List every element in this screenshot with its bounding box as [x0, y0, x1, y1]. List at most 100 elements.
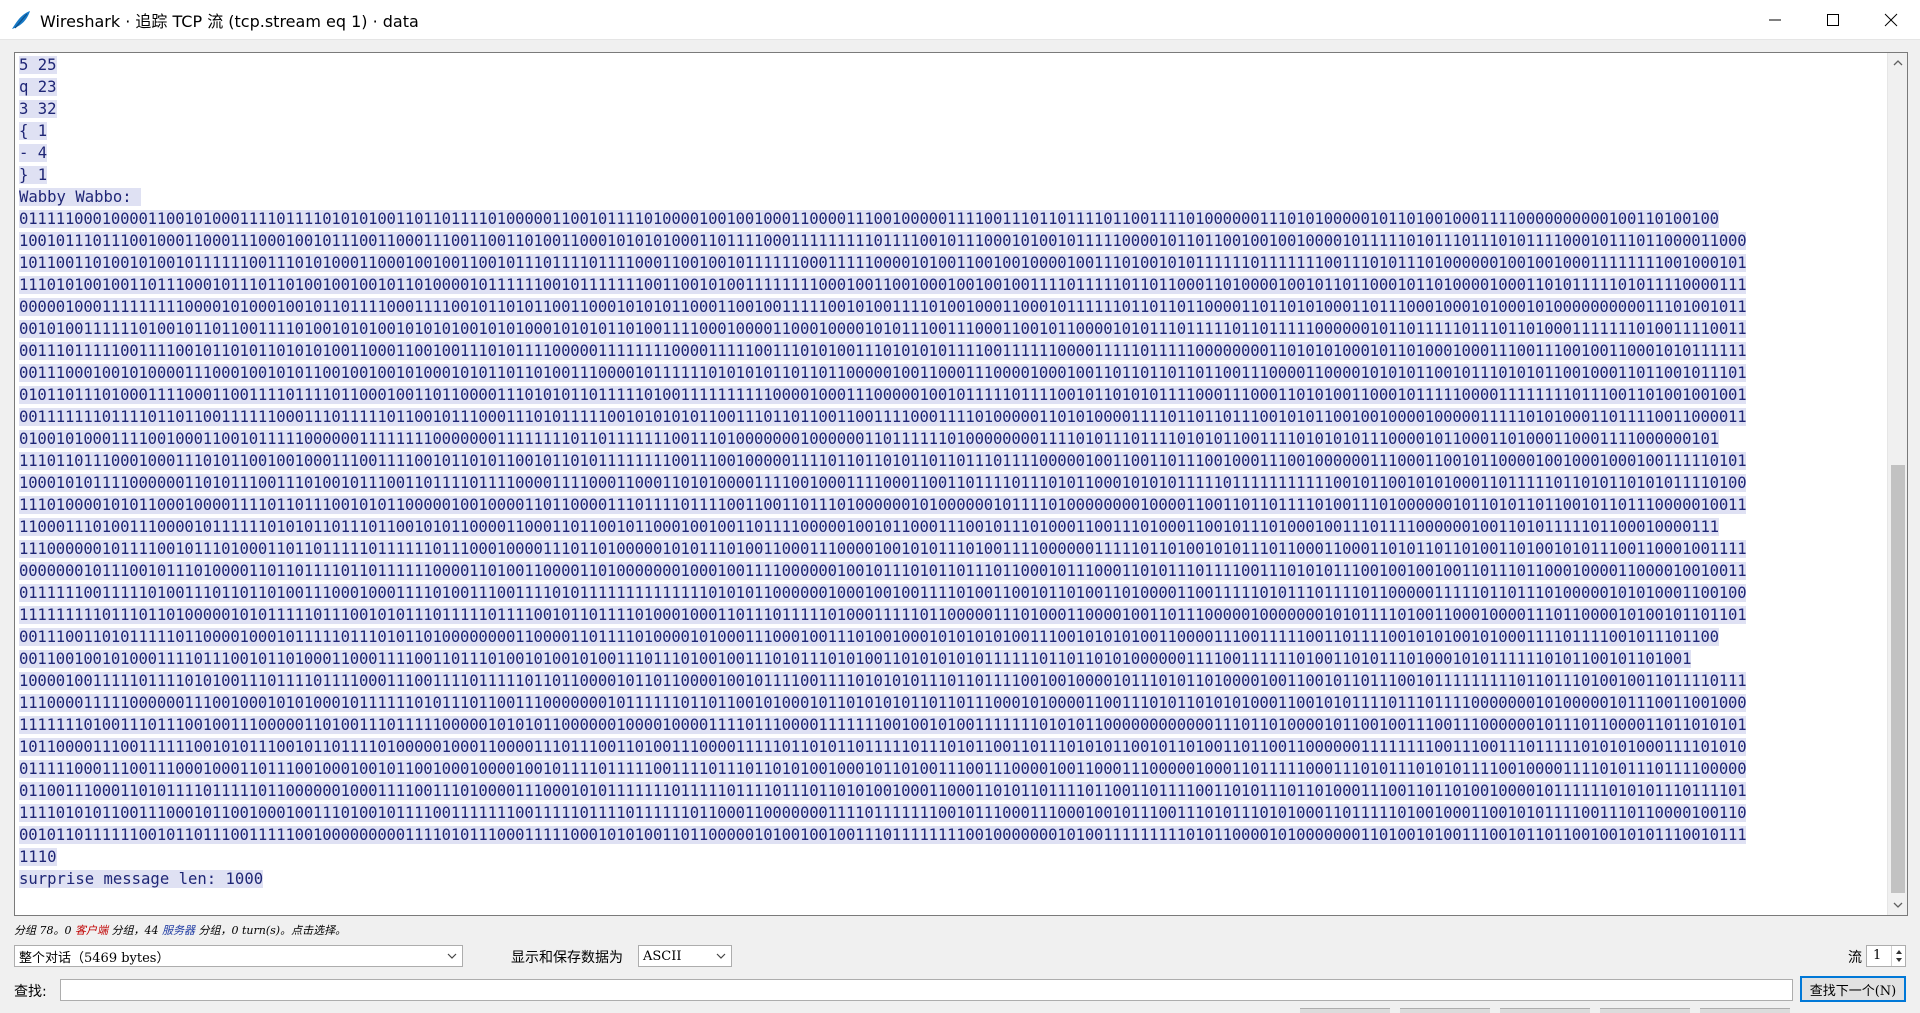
conversation-select[interactable]: 整个对话（5469 bytes）	[14, 945, 463, 967]
stream-line-text: 1110	[19, 848, 57, 866]
stream-line: 1001011101110010001100011100010010111001…	[19, 230, 1889, 252]
stream-line: { 1	[19, 120, 1889, 142]
find-input[interactable]	[60, 979, 1793, 1001]
stream-line: 0101101110100011110001100111101111011000…	[19, 384, 1889, 406]
dialog-button-edge[interactable]	[1700, 1008, 1790, 1013]
stream-line-text: 1111111110111011010000010101111101110010…	[19, 606, 1747, 624]
stream-line: 1111111110111011010000010101111101110010…	[19, 604, 1889, 626]
dialog-button-row-edge	[1300, 1008, 1920, 1013]
window-controls	[1746, 0, 1920, 40]
find-label: 查找:	[14, 984, 47, 1000]
stream-line: 0011100010010100001110001001010110010010…	[19, 362, 1889, 384]
stream-line-text: surprise message len: 1000	[19, 870, 264, 888]
stream-line-text: 1011001101001010010111111001110101000110…	[19, 254, 1747, 272]
stream-text-view[interactable]: 5 25 q 23 3 32 { 1 - 4} 1 Wabby Wabbo: 011111…	[14, 52, 1908, 916]
maximize-icon	[1827, 14, 1839, 26]
stream-line-text: 3 32	[19, 100, 57, 118]
stream-line-text: 0011101111100111100101101011010101001100…	[19, 342, 1747, 360]
stream-line: 0000010001111111110000101000100101101111…	[19, 296, 1889, 318]
stream-line: 3 32	[19, 98, 1889, 120]
scrollbar-thumb[interactable]	[1891, 465, 1905, 893]
stream-line-text: 0100101000111100100011001011111000000111…	[19, 430, 1719, 448]
stream-line: 0111110001110011100010001101110010001001…	[19, 758, 1889, 780]
stream-line: 0011111110111101101100111111000111011111…	[19, 406, 1889, 428]
stream-line: surprise message len: 1000	[19, 868, 1889, 890]
stream-line: q 23	[19, 76, 1889, 98]
stream-line-text: 0010100111111010010110110011110100101010…	[19, 320, 1747, 338]
dialog-button-edge[interactable]	[1300, 1008, 1390, 1013]
stream-line-text: 0000000101110010111010000110110111101101…	[19, 562, 1747, 580]
stream-line: 0111110001000011001010001111011110101010…	[19, 208, 1889, 230]
stream-line: 1110000001011110010111010001101101111101…	[19, 538, 1889, 560]
stream-line: 0110011100011010111101111101100000010001…	[19, 780, 1889, 802]
stream-line-text: 1110100001010110001000011110110111001010…	[19, 496, 1747, 514]
stream-line-text: 1011000011100111111001010111001011011110…	[19, 738, 1747, 756]
stream-line: 0010110111111001011011100111110010000000…	[19, 824, 1889, 846]
wireshark-fin-icon	[12, 10, 30, 29]
status-server-label: 服务器	[162, 924, 195, 937]
minimize-icon	[1769, 19, 1781, 21]
stream-line-text: 1000101011110000001101011100111010010111…	[19, 474, 1747, 492]
stream-line: 1000010011111011110101001110111101111000…	[19, 670, 1889, 692]
status-client-label: 客户端	[75, 924, 108, 937]
minimize-button[interactable]	[1746, 0, 1804, 40]
stream-line-text: 0110011100011010111101111101100000010001…	[19, 782, 1747, 800]
title-bar: Wireshark · 追踪 TCP 流 (tcp.stream eq 1) ·…	[0, 0, 1920, 40]
stream-line-text: 0101101110100011110001100111101111011000…	[19, 386, 1747, 404]
stream-line: 1011001101001010010111111001110101000110…	[19, 252, 1889, 274]
status-suffix: 分组，0 turn(s)。点击选择。	[195, 924, 347, 937]
chevron-down-icon	[716, 953, 726, 959]
stream-line: 1110110111000100011101011001001000111001…	[19, 450, 1889, 472]
stream-line: } 1	[19, 164, 1889, 186]
stream-line: 1100011101001110000101111110101011011101…	[19, 516, 1889, 538]
stream-line-text: 0000010001111111110000101000100101101111…	[19, 298, 1747, 316]
stream-line: 1110100001010110001000011110110111001010…	[19, 494, 1889, 516]
stream-line-text: 1110101001001101110001011101101001001001…	[19, 276, 1747, 294]
close-icon	[1884, 13, 1898, 27]
stream-line-text: 0011001001010001111011100101101000110001…	[19, 650, 1692, 668]
stream-line: 0100101000111100100011001011111000000111…	[19, 428, 1889, 450]
stream-line-text: q 23	[19, 78, 57, 96]
dialog-button-edge[interactable]	[1400, 1008, 1490, 1013]
stream-line-text: 0011100110101111101100001000101111101110…	[19, 628, 1719, 646]
stream-line: Wabby Wabbo:	[19, 186, 1889, 208]
stream-line-text: } 1	[19, 166, 48, 184]
stream-line-text: 1111010101100111000101100100010011101001…	[19, 804, 1747, 822]
stream-line: 0011101111100111100101101011010101001100…	[19, 340, 1889, 362]
stream-line-text: 0111110001110011100010001101110010001001…	[19, 760, 1747, 778]
vertical-scrollbar[interactable]	[1887, 53, 1907, 915]
stream-line-text: 1110000001011110010111010001101101111101…	[19, 540, 1747, 558]
window-title: Wireshark · 追踪 TCP 流 (tcp.stream eq 1) ·…	[40, 11, 419, 31]
stream-line-text: - 4	[19, 144, 48, 162]
close-button[interactable]	[1862, 0, 1920, 40]
spin-arrows-icon[interactable]	[1891, 946, 1905, 966]
stream-line: 0010100111111010010110110011110100101010…	[19, 318, 1889, 340]
stream-line-text: 0011100010010100001110001001010110010010…	[19, 364, 1747, 382]
stream-line: 1111010101100111000101100100010011101001…	[19, 802, 1889, 824]
stream-line: 1110101001001101110001011101101001001001…	[19, 274, 1889, 296]
stream-line-text: { 1	[19, 122, 48, 140]
stream-line: 1011000011100111111001010111001011011110…	[19, 736, 1889, 758]
scroll-up-arrow-icon[interactable]	[1888, 53, 1907, 73]
stream-line-text: 0010110111111001011011100111110010000000…	[19, 826, 1747, 844]
stream-line-text: 0011111110111101101100111111000111011111…	[19, 408, 1747, 426]
stream-line-text: 1111111010011101110010011100000110100111…	[19, 716, 1747, 734]
stream-line-text: 1001011101110010001100011100010010111001…	[19, 232, 1747, 250]
show-as-label: 显示和保存数据为	[511, 950, 623, 966]
dialog-button-edge[interactable]	[1500, 1008, 1590, 1013]
show-as-select[interactable]: ASCII	[638, 945, 732, 967]
maximize-button[interactable]	[1804, 0, 1862, 40]
scroll-down-arrow-icon[interactable]	[1888, 895, 1907, 915]
stream-line-text: 0111110001000011001010001111011110101010…	[19, 210, 1719, 228]
status-mid: 分组，44	[108, 924, 162, 937]
stream-line: - 4	[19, 142, 1889, 164]
stream-line: 0011001001010001111011100101101000110001…	[19, 648, 1889, 670]
dialog-button-edge[interactable]	[1600, 1008, 1690, 1013]
stream-line: 1110	[19, 846, 1889, 868]
find-next-button[interactable]: 查找下一个(N)	[1800, 976, 1906, 1002]
stream-number-spinbox[interactable]: 1	[1866, 945, 1906, 967]
stream-text: 5 25 q 23 3 32 { 1 - 4} 1 Wabby Wabbo: 011111…	[19, 54, 1889, 890]
stream-line: 1111111010011101110010011100000110100111…	[19, 714, 1889, 736]
stream-number-label: 流	[1848, 950, 1862, 966]
chevron-down-icon	[447, 953, 457, 959]
